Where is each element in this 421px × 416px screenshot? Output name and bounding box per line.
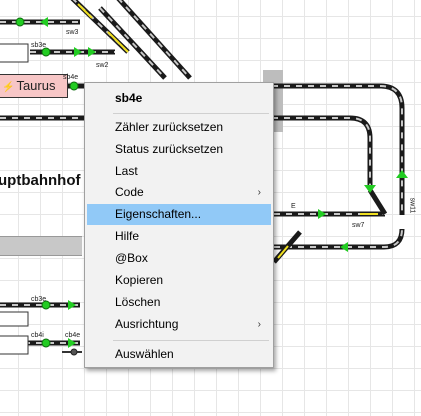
menu-item-delete[interactable]: Löschen <box>87 292 271 313</box>
locomotive-name: Taurus <box>16 78 56 93</box>
menu-item-help[interactable]: Hilfe <box>87 226 271 247</box>
menu-separator <box>113 340 269 341</box>
station-title: uptbahnhof <box>0 172 81 189</box>
menu-item-code-label: Code <box>115 185 144 199</box>
menu-item-code[interactable]: Code › <box>87 182 271 203</box>
menu-item-orientation-label: Ausrichtung <box>115 317 179 331</box>
track-label-cb3e: cb3e <box>31 296 47 303</box>
track-label-cb4e: cb4e <box>65 332 81 339</box>
track-label-sw7: sw7 <box>352 222 365 229</box>
track-label-e: E <box>291 203 296 210</box>
track-label-sw11: sw11 <box>408 197 416 214</box>
menu-item-reset-counter[interactable]: Zähler zurücksetzen <box>87 117 271 138</box>
chevron-right-icon: › <box>257 187 261 198</box>
track-label-sb4e: sb4e <box>63 74 79 81</box>
chevron-right-icon: › <box>257 319 261 330</box>
track-label-sw3: sw3 <box>66 29 79 36</box>
locomotive-block[interactable]: ⚡ Taurus <box>0 74 68 98</box>
track-label-sw2: sw2 <box>96 62 109 69</box>
menu-item-orientation[interactable]: Ausrichtung › <box>87 314 271 335</box>
menu-item-load[interactable]: Last <box>87 161 271 182</box>
station-platform-bar <box>0 236 82 256</box>
track-label-cb4i: cb4i <box>31 332 44 339</box>
menu-item-box[interactable]: @Box <box>87 248 271 269</box>
menu-separator <box>113 113 269 114</box>
menu-item-properties[interactable]: Eigenschaften... <box>87 204 271 225</box>
menu-item-reset-status[interactable]: Status zurücksetzen <box>87 139 271 160</box>
menu-item-select[interactable]: Auswählen <box>87 344 271 365</box>
menu-item-copy[interactable]: Kopieren <box>87 270 271 291</box>
context-menu: sb4e Zähler zurücksetzen Status zurückse… <box>84 82 274 368</box>
locomotive-icon: ⚡ <box>2 82 15 93</box>
context-menu-title: sb4e <box>115 91 143 105</box>
track-label-sb3e: sb3e <box>31 42 47 49</box>
